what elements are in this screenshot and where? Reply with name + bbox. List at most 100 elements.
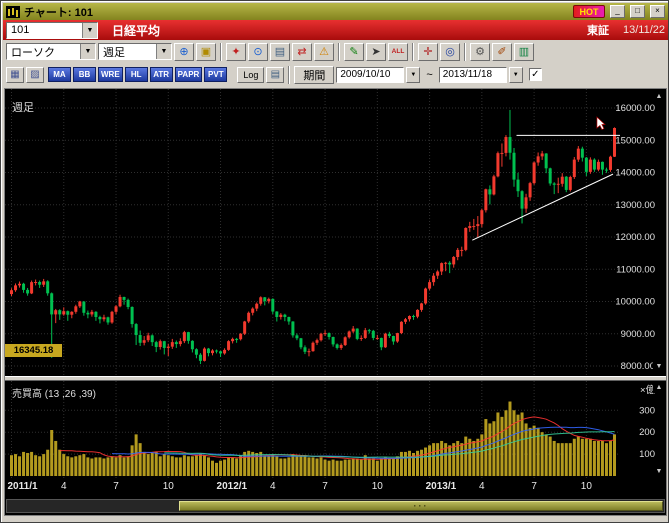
- symbol-code-value: 101: [7, 24, 82, 36]
- x-axis: 2011/1 4 7 10 2012/1 4 7 10 2013/1 4 7 10: [5, 479, 666, 497]
- chart-area: 16000.00 15000.00 14000.00 13000.00 12000.00…: [4, 88, 667, 516]
- price-panel[interactable]: 16000.00 15000.00 14000.00 13000.00 12000.00…: [5, 89, 666, 376]
- show-all-icon[interactable]: ALL: [388, 43, 408, 61]
- close-button[interactable]: ×: [650, 5, 665, 18]
- layout-icon[interactable]: ▨: [26, 67, 44, 83]
- chart-window: チャート: 101 HOT _ □ × 101 ▼ 日経平均 東証 13/11/…: [0, 0, 669, 523]
- price-tick-label: 9000.00: [621, 329, 655, 340]
- indicator-button-group: MABBWREHLATRPAPRPVT: [48, 67, 227, 82]
- symbol-name: 日経平均: [112, 22, 160, 39]
- toolbar-icon-group: ⊕▣ ✦⊙▤⇄⚠ ✎➤ALL ✛◎ ⚙✐▥: [174, 43, 534, 61]
- main-toolbar: ローソク ▼ 週足 ▼ ⊕▣ ✦⊙▤⇄⚠ ✎➤ALL ✛◎ ⚙✐▥: [3, 40, 668, 63]
- date-from-field[interactable]: 2009/10/10: [336, 67, 404, 83]
- indicator-button-bb[interactable]: BB: [73, 67, 96, 82]
- symbol-bar: 101 ▼ 日経平均 東証 13/11/22: [3, 20, 668, 40]
- log-scale-button[interactable]: Log: [237, 67, 264, 83]
- price-scale-down-icon[interactable]: ▼: [653, 362, 665, 372]
- price-tick-label: 13000.00: [615, 200, 655, 211]
- alert-icon[interactable]: ⚠: [314, 43, 334, 61]
- date-range-separator: ~: [426, 69, 432, 81]
- scrollbar-thumb[interactable]: ···: [179, 501, 663, 511]
- exchange-label: 東証: [587, 22, 609, 38]
- auto-update-checkbox[interactable]: ✓: [529, 68, 542, 81]
- toolbar-divider: [338, 43, 340, 61]
- window-title: チャート: 101: [24, 4, 93, 20]
- date-from-calendar-icon[interactable]: ▼: [406, 67, 420, 83]
- x-axis-tick: 2012/1: [217, 481, 248, 492]
- cursor-annotation-icon: [597, 117, 605, 130]
- indicator-button-papr[interactable]: PAPR: [175, 67, 203, 82]
- period-button[interactable]: 期間: [294, 66, 334, 84]
- horizontal-scrollbar[interactable]: ···: [6, 499, 665, 513]
- volume-scale-down-icon[interactable]: ▼: [653, 467, 665, 477]
- volume-tick-label: 300: [639, 405, 655, 416]
- cursor-icon[interactable]: ➤: [366, 43, 386, 61]
- new-window-icon[interactable]: ▣: [196, 43, 216, 61]
- x-axis-tick: 10: [581, 481, 592, 492]
- chevron-down-icon[interactable]: ▼: [156, 44, 171, 59]
- x-axis-tick: 7: [531, 481, 537, 492]
- price-tick-label: 14000.00: [615, 168, 655, 179]
- indicator-button-hl[interactable]: HL: [125, 67, 148, 82]
- chevron-down-icon[interactable]: ▼: [80, 44, 95, 59]
- quote-date: 13/11/22: [623, 24, 665, 36]
- volume-panel[interactable]: 300200100×億: [5, 381, 666, 479]
- compare-icon[interactable]: ⇄: [292, 43, 312, 61]
- indicator-toolbar: ▦▨ MABBWREHLATRPAPRPVT Log ▤ 期間 2009/10/…: [3, 63, 668, 86]
- x-axis-tick: 2013/1: [426, 481, 457, 492]
- x-axis-tick: 4: [61, 481, 67, 492]
- symbol-code-combobox[interactable]: 101 ▼: [6, 22, 98, 39]
- x-axis-tick: 4: [270, 481, 276, 492]
- x-axis-tick: 2011/1: [8, 481, 38, 492]
- price-scale-up-icon[interactable]: ▲: [653, 92, 665, 102]
- indicator-button-atr[interactable]: ATR: [150, 67, 173, 82]
- board-icon[interactable]: ▤: [270, 43, 290, 61]
- x-axis-tick: 7: [322, 481, 328, 492]
- pen-icon[interactable]: ✐: [492, 43, 512, 61]
- indicator-button-ma[interactable]: MA: [48, 67, 71, 82]
- price-tick-label: 11000.00: [616, 264, 655, 275]
- toolbar-divider: [220, 43, 222, 61]
- x-axis-tick: 10: [372, 481, 383, 492]
- search-icon[interactable]: ⊙: [248, 43, 268, 61]
- toolbar-divider: [464, 43, 466, 61]
- x-axis-tick: 4: [479, 481, 485, 492]
- price-tick-label: 16000.00: [615, 103, 655, 114]
- chart-app-icon: [6, 6, 20, 18]
- date-to-field[interactable]: 2013/11/18: [439, 67, 507, 83]
- hot-button[interactable]: HOT: [573, 5, 605, 18]
- grid-icon[interactable]: ▦: [6, 67, 24, 83]
- toolbar-divider: [288, 66, 290, 84]
- page-settings-icon[interactable]: ▤: [266, 67, 284, 83]
- x-axis-tick: 7: [113, 481, 119, 492]
- chart-type-value: ローソク: [7, 44, 80, 60]
- volume-scale-up-icon[interactable]: ▲: [653, 383, 665, 393]
- indicator-button-wre[interactable]: WRE: [98, 67, 123, 82]
- price-tag[interactable]: 16345.18: [5, 344, 62, 357]
- minimize-button[interactable]: _: [610, 5, 625, 18]
- draw-icon[interactable]: ✎: [344, 43, 364, 61]
- zoom-in-icon[interactable]: ⊕: [174, 43, 194, 61]
- volume-panel-label: 売買高 (13 ,26 ,39): [12, 385, 96, 400]
- date-to-calendar-icon[interactable]: ▼: [509, 67, 523, 83]
- price-tick-label: 8000.00: [621, 361, 655, 372]
- title-bar[interactable]: チャート: 101 HOT _ □ ×: [3, 3, 668, 20]
- maximize-button[interactable]: □: [630, 5, 645, 18]
- stamp-icon[interactable]: ✦: [226, 43, 246, 61]
- multi-chart-icon[interactable]: ▥: [514, 43, 534, 61]
- timeframe-combobox[interactable]: 週足 ▼: [98, 43, 172, 60]
- timeframe-panel-label: 週足: [12, 99, 34, 115]
- crosshair-icon[interactable]: ✛: [418, 43, 438, 61]
- price-tick-label: 10000.00: [615, 297, 655, 308]
- volume-tick-label: 200: [639, 427, 655, 438]
- settings-icon[interactable]: ⚙: [470, 43, 490, 61]
- target-icon[interactable]: ◎: [440, 43, 460, 61]
- toolbar-divider: [412, 43, 414, 61]
- chart-type-combobox[interactable]: ローソク ▼: [6, 43, 96, 60]
- timeframe-value: 週足: [99, 44, 156, 60]
- price-tick-label: 15000.00: [615, 135, 655, 146]
- indicator-button-pvt[interactable]: PVT: [204, 67, 227, 82]
- price-tick-label: 12000.00: [615, 232, 655, 243]
- x-axis-tick: 10: [163, 481, 174, 492]
- chevron-down-icon[interactable]: ▼: [82, 23, 97, 38]
